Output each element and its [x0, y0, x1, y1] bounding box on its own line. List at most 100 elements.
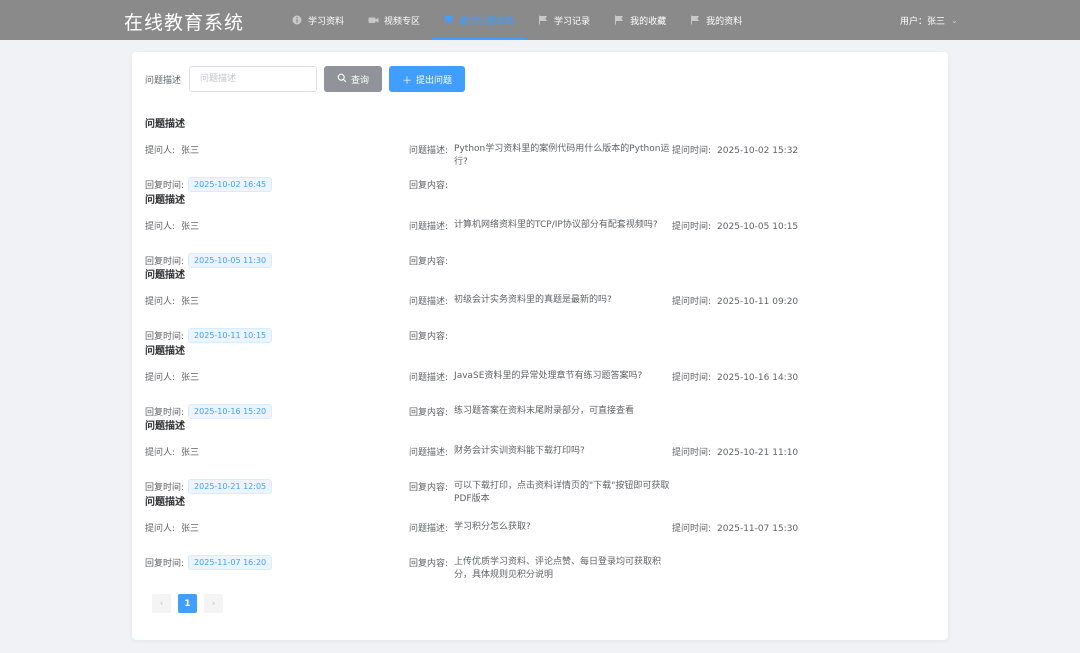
desc-label: 问题描述: — [409, 448, 449, 458]
flag-icon — [538, 15, 548, 25]
page-1-button[interactable]: 1 — [178, 594, 197, 613]
nav-item-1[interactable]: 视频专区 — [356, 0, 432, 40]
asker-label: 提问人: — [145, 523, 176, 534]
reply-time-label: 回复时间: — [145, 558, 185, 569]
asker-field: 提问人: 张三 — [145, 219, 199, 232]
nav-item-0[interactable]: 学习资料 — [280, 0, 356, 40]
asker-value: 张三 — [181, 221, 200, 232]
flag-icon — [614, 15, 624, 25]
query-button[interactable]: 查询 — [324, 66, 383, 92]
asker-field: 提问人: 张三 — [145, 445, 199, 458]
desc-field: 问题描述: Python学习资料里的案例代码用什么版本的Python运行? — [409, 143, 674, 169]
ask-time-label: 提问时间: — [672, 523, 712, 534]
desc-label: 问题描述: — [409, 297, 449, 307]
ask-time-value: 2025-10-11 09:20 — [717, 297, 799, 307]
question-title: 问题描述 — [145, 345, 185, 357]
user-label: 用户：张三 — [900, 17, 946, 27]
nav-item-3[interactable]: 学习记录 — [526, 0, 602, 40]
question-title: 问题描述 — [145, 270, 185, 281]
main-nav: 学习资料 视频专区 教学问题求助 学习记录 我的收藏 我的资料 — [280, 0, 754, 40]
next-page-button[interactable]: › — [204, 594, 223, 613]
question-item: 问题描述 提问人: 张三 问题描述: 学习积分怎么获取? 提问时间: 2025-11-… — [145, 490, 935, 580]
ask-time-field: 提问时间: 2025-10-21 11:10 — [672, 445, 798, 458]
desc-value: Python学习资料里的案例代码用什么版本的Python运行? — [454, 144, 670, 167]
nav-item-label: 我的收藏 — [630, 16, 667, 27]
asker-value: 张三 — [181, 448, 200, 458]
asker-label: 提问人: — [145, 372, 176, 383]
nav-item-label: 学习资料 — [308, 16, 345, 27]
asker-value: 张三 — [181, 146, 200, 156]
question-item: 问题描述 提问人: 张三 问题描述: JavaSE资料里的异常处理章节有练习题答案吗… — [145, 339, 935, 419]
question-title: 问题描述 — [145, 421, 185, 432]
info-circle-icon — [292, 15, 302, 25]
asker-value: 张三 — [181, 523, 200, 534]
question-item: 问题描述 提问人: 张三 问题描述: Python学习资料里的案例代码用什么版本的P… — [145, 112, 935, 192]
asker-label: 提问人: — [145, 297, 176, 307]
desc-field: 问题描述: 学习积分怎么获取? — [409, 521, 674, 534]
asker-value: 张三 — [181, 297, 200, 307]
ask-time-label: 提问时间: — [672, 221, 712, 232]
ask-time-field: 提问时间: 2025-10-16 14:30 — [672, 370, 798, 383]
desc-label: 问题描述: — [409, 523, 449, 534]
search-icon — [337, 73, 347, 86]
question-panel: 问题描述 查询 ＋ 提出问题 问题描述 提问人: 张三 问题描述: Python学习… — [132, 52, 948, 640]
question-list: 问题描述 提问人: 张三 问题描述: Python学习资料里的案例代码用什么版本的P… — [145, 112, 935, 580]
search-label: 问题描述 — [145, 75, 182, 86]
ask-time-field: 提问时间: 2025-10-02 15:32 — [672, 143, 798, 156]
nav-item-label: 视频专区 — [384, 16, 421, 27]
question-title: 问题描述 — [145, 194, 185, 206]
nav-item-5[interactable]: 我的资料 — [678, 0, 754, 40]
top-navbar: 在线教育系统 学习资料 视频专区 教学问题求助 学习记录 我的收藏 我的资料 用户：张三 … — [0, 0, 1080, 40]
search-input[interactable] — [189, 66, 318, 92]
add-question-button[interactable]: ＋ 提出问题 — [389, 66, 466, 92]
reply-time-tag: 2025-11-07 16:20 — [188, 554, 273, 570]
reply-content-field: 回复内容: 上传优质学习资料、评论点赞、每日登录均可获取积分，具体规则见积分说明 — [409, 556, 674, 582]
desc-value: 初级会计实务资料里的真题是最新的吗? — [454, 295, 612, 305]
ask-time-field: 提问时间: 2025-10-11 09:20 — [672, 294, 798, 307]
ask-time-label: 提问时间: — [672, 448, 712, 458]
flag-icon — [690, 15, 700, 25]
prev-page-button[interactable]: ‹ — [152, 594, 171, 613]
asker-label: 提问人: — [145, 221, 176, 232]
question-item: 问题描述 提问人: 张三 问题描述: 财务会计实训资料能下载打印吗? 提问时间: 20… — [145, 414, 935, 504]
ask-time-label: 提问时间: — [672, 297, 712, 307]
plus-icon: ＋ — [402, 75, 412, 87]
query-label: 查询 — [351, 75, 370, 86]
desc-value: 计算机网络资料里的TCP/IP协议部分有配套视频吗? — [454, 219, 658, 230]
desc-field: 问题描述: JavaSE资料里的异常处理章节有练习题答案吗? — [409, 370, 674, 383]
desc-label: 问题描述: — [409, 146, 449, 156]
ask-time-label: 提问时间: — [672, 372, 712, 383]
nav-item-label: 我的资料 — [706, 16, 743, 27]
question-title: 问题描述 — [145, 119, 185, 130]
desc-field: 问题描述: 初级会计实务资料里的真题是最新的吗? — [409, 294, 674, 307]
ask-time-value: 2025-10-16 14:30 — [717, 372, 799, 383]
desc-value: 财务会计实训资料能下载打印吗? — [454, 446, 585, 456]
pagination: ‹ 1 › — [152, 594, 230, 613]
video-camera-icon — [368, 15, 379, 25]
reply-content-value: 上传优质学习资料、评论点赞、每日登录均可获取积分，具体规则见积分说明 — [454, 556, 662, 580]
desc-label: 问题描述: — [409, 372, 449, 383]
desc-field: 问题描述: 计算机网络资料里的TCP/IP协议部分有配套视频吗? — [409, 219, 674, 232]
asker-field: 提问人: 张三 — [145, 521, 199, 534]
flag-icon — [444, 15, 454, 25]
reply-content-label: 回复内容: — [409, 558, 449, 569]
chevron-down-icon: ⌄ — [951, 16, 958, 25]
nav-item-4[interactable]: 我的收藏 — [602, 0, 678, 40]
ask-time-value: 2025-10-05 10:15 — [717, 221, 799, 232]
ask-time-value: 2025-10-21 11:10 — [717, 448, 799, 458]
desc-value: 学习积分怎么获取? — [454, 521, 531, 532]
question-title: 问题描述 — [145, 496, 185, 508]
reply-time-field: 回复时间: 2025-11-07 16:20 — [145, 554, 273, 571]
app-title: 在线教育系统 — [124, 12, 245, 34]
ask-time-label: 提问时间: — [672, 146, 712, 156]
user-menu[interactable]: 用户：张三 ⌄ — [900, 14, 958, 27]
asker-field: 提问人: 张三 — [145, 143, 199, 156]
add-label: 提出问题 — [416, 75, 453, 86]
desc-value: JavaSE资料里的异常处理章节有练习题答案吗? — [454, 370, 643, 381]
ask-time-field: 提问时间: 2025-10-05 10:15 — [672, 219, 798, 232]
desc-field: 问题描述: 财务会计实训资料能下载打印吗? — [409, 445, 674, 458]
nav-item-2[interactable]: 教学问题求助 — [432, 0, 527, 40]
asker-label: 提问人: — [145, 146, 176, 156]
asker-field: 提问人: 张三 — [145, 370, 199, 383]
asker-label: 提问人: — [145, 448, 176, 458]
